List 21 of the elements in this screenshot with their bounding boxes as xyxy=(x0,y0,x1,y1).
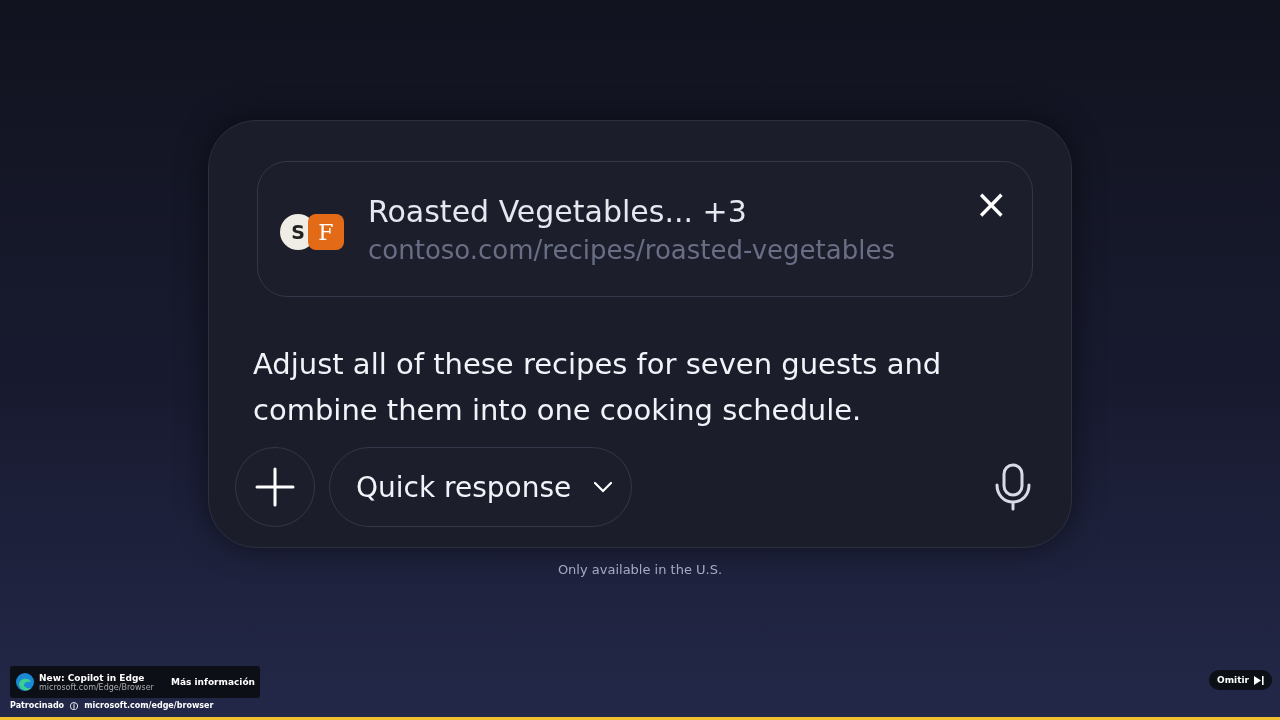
skip-icon xyxy=(1254,675,1264,685)
microphone-button[interactable] xyxy=(993,463,1033,511)
mode-dropdown[interactable]: Quick response xyxy=(329,447,633,527)
ad-url: microsoft.com/Edge/Browser xyxy=(39,682,155,692)
chevron-down-icon xyxy=(593,481,614,493)
info-icon[interactable]: ⓘ xyxy=(70,701,79,712)
close-button[interactable]: × xyxy=(974,184,1008,224)
site-badge: F xyxy=(308,214,344,250)
availability-note: Only available in the U.S. xyxy=(557,562,723,578)
ad-banner[interactable]: New: Copilot in Edge microsoft.com/Edge/Browser Más información xyxy=(10,666,260,698)
microphone-icon xyxy=(993,463,1033,511)
sponsored-label: Patrocinado xyxy=(10,701,65,712)
ad-domain[interactable]: microsoft.com/edge/browser xyxy=(84,701,214,712)
attachment-url: contoso.com/recipes/roasted-vegetables xyxy=(368,234,896,265)
prompt-text: Adjust all of these recipes for seven guests and combine them into one cooking schedule. xyxy=(253,346,943,429)
skip-button[interactable]: Omitir xyxy=(1209,670,1272,690)
attachment-title: Roasted Vegetables... +3 xyxy=(368,193,748,229)
plus-icon xyxy=(255,467,295,507)
ad-title: New: Copilot in Edge xyxy=(39,672,145,683)
browser-logo-icon xyxy=(15,672,35,692)
more-info-link[interactable]: Más información xyxy=(171,677,255,687)
